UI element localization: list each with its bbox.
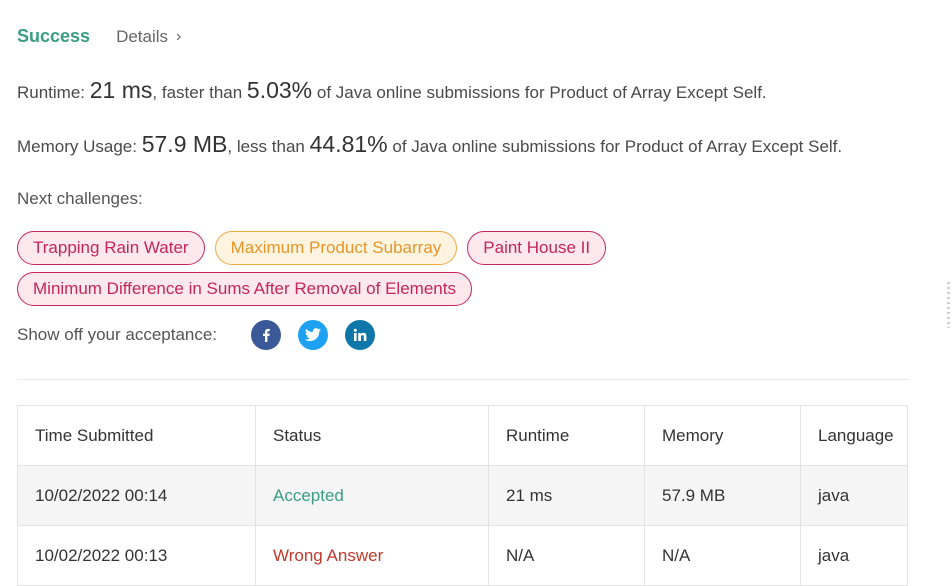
- linkedin-icon[interactable]: [345, 320, 376, 350]
- cell-time: 10/02/2022 00:13: [17, 525, 256, 586]
- social-buttons: [251, 320, 392, 350]
- status-link-accepted[interactable]: Accepted: [255, 465, 489, 526]
- cell-time: 10/02/2022 00:14: [17, 465, 256, 526]
- details-link[interactable]: Details ›: [116, 27, 181, 47]
- table-header-row: Time Submitted Status Runtime Memory Lan…: [17, 405, 908, 466]
- divider: [17, 379, 908, 380]
- cell-language: java: [800, 525, 908, 586]
- cell-runtime: N/A: [488, 525, 645, 586]
- memory-summary: Memory Usage: 57.9 MB, less than 44.81% …: [17, 131, 842, 158]
- cell-memory: N/A: [644, 525, 801, 586]
- column-header-time: Time Submitted: [17, 405, 256, 466]
- twitter-icon[interactable]: [298, 320, 329, 350]
- cell-language: java: [800, 465, 908, 526]
- runtime-label: Runtime:: [17, 83, 86, 102]
- runtime-comparison: , faster than: [152, 83, 243, 102]
- memory-label: Memory Usage:: [17, 137, 137, 156]
- memory-comparison: , less than: [227, 137, 305, 156]
- runtime-suffix: of Java online submissions for Product o…: [316, 83, 767, 102]
- scrollbar-handle[interactable]: [947, 282, 950, 328]
- share-row: Show off your acceptance:: [17, 320, 392, 350]
- challenge-chip-maximum-product-subarray[interactable]: Maximum Product Subarray: [214, 231, 458, 265]
- details-label: Details: [116, 26, 169, 46]
- runtime-summary: Runtime: 21 ms, faster than 5.03% of Jav…: [17, 77, 767, 104]
- status-success: Success: [17, 26, 91, 46]
- runtime-value: 21 ms: [89, 77, 153, 103]
- runtime-percent: 5.03%: [246, 77, 313, 103]
- memory-suffix: of Java online submissions for Product o…: [392, 137, 843, 156]
- next-challenges-label: Next challenges:: [17, 189, 143, 208]
- status-link-wrong-answer[interactable]: Wrong Answer: [255, 525, 489, 586]
- memory-percent: 44.81%: [309, 131, 388, 157]
- facebook-icon[interactable]: [251, 320, 282, 350]
- column-header-runtime: Runtime: [488, 405, 645, 466]
- result-header: Success Details ›: [17, 26, 181, 47]
- challenge-chip-minimum-difference[interactable]: Minimum Difference in Sums After Removal…: [17, 272, 472, 306]
- share-label: Show off your acceptance:: [17, 325, 218, 344]
- table-row: 10/02/2022 00:13 Wrong Answer N/A N/A ja…: [17, 525, 908, 586]
- column-header-language: Language: [800, 405, 908, 466]
- cell-runtime: 21 ms: [488, 465, 645, 526]
- memory-value: 57.9 MB: [141, 131, 228, 157]
- cell-memory: 57.9 MB: [644, 465, 801, 526]
- column-header-status: Status: [255, 405, 489, 466]
- column-header-memory: Memory: [644, 405, 801, 466]
- submissions-table: Time Submitted Status Runtime Memory Lan…: [17, 405, 908, 586]
- chevron-right-icon: ›: [176, 27, 182, 45]
- next-challenges-list: Trapping Rain Water Maximum Product Subar…: [17, 231, 667, 313]
- table-row: 10/02/2022 00:14 Accepted 21 ms 57.9 MB …: [17, 465, 908, 526]
- challenge-chip-paint-house-ii[interactable]: Paint House II: [467, 231, 607, 265]
- challenge-chip-trapping-rain-water[interactable]: Trapping Rain Water: [17, 231, 205, 265]
